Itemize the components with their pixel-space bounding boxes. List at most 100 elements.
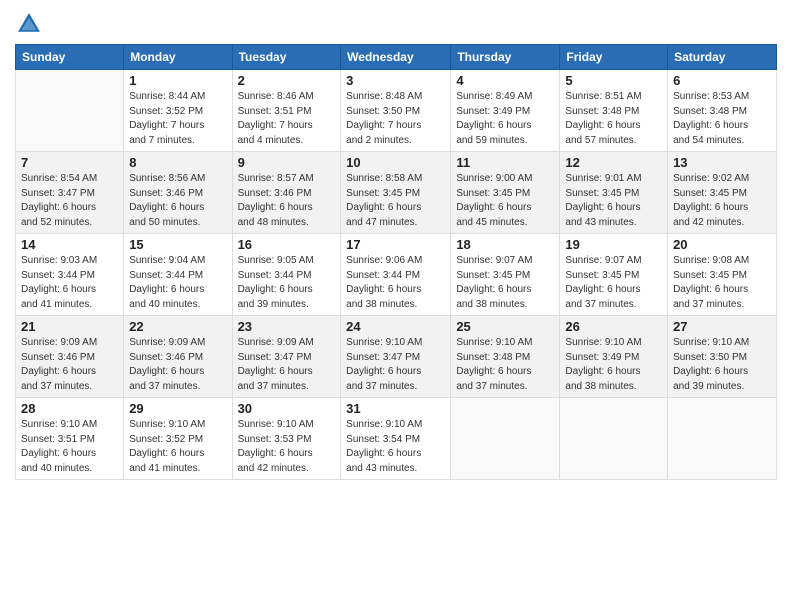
day-info: Sunrise: 8:54 AMSunset: 3:47 PMDaylight:… bbox=[21, 172, 118, 230]
day-header-monday: Monday bbox=[124, 45, 232, 70]
day-cell: 24 Sunrise: 9:10 AMSunset: 3:47 PMDayligh… bbox=[341, 316, 451, 398]
day-number: 25 bbox=[456, 319, 554, 334]
week-row-4: 21Sunrise: 9:09 AMSunset: 3:46 PMDayligh… bbox=[16, 316, 777, 398]
day-info: Sunrise: 9:05 AMSunset: 3:44 PMDaylight:… bbox=[238, 254, 336, 312]
day-info: Sunrise: 8:46 AMSunset: 3:51 PMDaylight:… bbox=[238, 90, 336, 148]
day-number: 18 bbox=[456, 237, 554, 252]
day-number: 1 bbox=[129, 73, 226, 88]
day-cell bbox=[451, 398, 560, 480]
day-number: 3 bbox=[346, 73, 445, 88]
day-info: Sunrise: 8:48 AMSunset: 3:50 PMDaylight:… bbox=[346, 90, 445, 148]
day-number: 15 bbox=[129, 237, 226, 252]
day-cell: 22 Sunrise: 9:09 AMSunset: 3:46 PMDayligh… bbox=[124, 316, 232, 398]
day-cell: 14 Sunrise: 9:03 AMSunset: 3:44 PMDayligh… bbox=[16, 234, 124, 316]
day-info: Sunrise: 8:57 AMSunset: 3:46 PMDaylight:… bbox=[238, 172, 336, 230]
day-info: Sunrise: 9:10 AMSunset: 3:54 PMDaylight:… bbox=[346, 418, 445, 476]
day-info: Sunrise: 8:44 AMSunset: 3:52 PMDaylight:… bbox=[129, 90, 226, 148]
day-info: Sunrise: 9:10 AMSunset: 3:50 PMDaylight:… bbox=[673, 336, 771, 394]
day-info: Sunrise: 8:49 AMSunset: 3:49 PMDaylight:… bbox=[456, 90, 554, 148]
day-cell: 9 Sunrise: 8:57 AMSunset: 3:46 PMDaylight… bbox=[232, 152, 341, 234]
day-cell: 13 Sunrise: 9:02 AMSunset: 3:45 PMDayligh… bbox=[668, 152, 777, 234]
day-cell: 21Sunrise: 9:09 AMSunset: 3:46 PMDayligh… bbox=[16, 316, 124, 398]
day-cell: 11 Sunrise: 9:00 AMSunset: 3:45 PMDayligh… bbox=[451, 152, 560, 234]
day-number: 30 bbox=[238, 401, 336, 416]
day-number: 11 bbox=[456, 155, 554, 170]
day-cell: 5 Sunrise: 8:51 AMSunset: 3:48 PMDaylight… bbox=[560, 70, 668, 152]
day-cell: 10Sunrise: 8:58 AMSunset: 3:45 PMDayligh… bbox=[341, 152, 451, 234]
day-cell: 19 Sunrise: 9:07 AMSunset: 3:45 PMDayligh… bbox=[560, 234, 668, 316]
day-number: 7 bbox=[21, 155, 118, 170]
logo bbox=[15, 10, 47, 38]
day-header-wednesday: Wednesday bbox=[341, 45, 451, 70]
day-number: 9 bbox=[238, 155, 336, 170]
day-number: 16 bbox=[238, 237, 336, 252]
day-number: 4 bbox=[456, 73, 554, 88]
day-number: 19 bbox=[565, 237, 662, 252]
day-info: Sunrise: 9:10 AMSunset: 3:48 PMDaylight:… bbox=[456, 336, 554, 394]
day-number: 20 bbox=[673, 237, 771, 252]
day-cell: 7 Sunrise: 8:54 AMSunset: 3:47 PMDaylight… bbox=[16, 152, 124, 234]
day-number: 5 bbox=[565, 73, 662, 88]
day-cell: 15 Sunrise: 9:04 AMSunset: 3:44 PMDayligh… bbox=[124, 234, 232, 316]
day-number: 22 bbox=[129, 319, 226, 334]
header bbox=[15, 10, 777, 38]
day-cell: 17 Sunrise: 9:06 AMSunset: 3:44 PMDayligh… bbox=[341, 234, 451, 316]
day-info: Sunrise: 9:02 AMSunset: 3:45 PMDaylight:… bbox=[673, 172, 771, 230]
day-cell: 12 Sunrise: 9:01 AMSunset: 3:45 PMDayligh… bbox=[560, 152, 668, 234]
day-header-thursday: Thursday bbox=[451, 45, 560, 70]
day-number: 14 bbox=[21, 237, 118, 252]
day-info: Sunrise: 8:56 AMSunset: 3:46 PMDaylight:… bbox=[129, 172, 226, 230]
day-number: 23 bbox=[238, 319, 336, 334]
day-number: 10 bbox=[346, 155, 445, 170]
day-info: Sunrise: 9:10 AMSunset: 3:53 PMDaylight:… bbox=[238, 418, 336, 476]
day-cell: 4 Sunrise: 8:49 AMSunset: 3:49 PMDaylight… bbox=[451, 70, 560, 152]
header-row: SundayMondayTuesdayWednesdayThursdayFrid… bbox=[16, 45, 777, 70]
day-number: 17 bbox=[346, 237, 445, 252]
day-cell: 6Sunrise: 8:53 AMSunset: 3:48 PMDaylight… bbox=[668, 70, 777, 152]
day-number: 13 bbox=[673, 155, 771, 170]
day-info: Sunrise: 9:00 AMSunset: 3:45 PMDaylight:… bbox=[456, 172, 554, 230]
day-info: Sunrise: 9:06 AMSunset: 3:44 PMDaylight:… bbox=[346, 254, 445, 312]
day-cell: 3 Sunrise: 8:48 AMSunset: 3:50 PMDaylight… bbox=[341, 70, 451, 152]
day-info: Sunrise: 9:10 AMSunset: 3:47 PMDaylight:… bbox=[346, 336, 445, 394]
day-cell: 20 Sunrise: 9:08 AMSunset: 3:45 PMDayligh… bbox=[668, 234, 777, 316]
day-number: 31 bbox=[346, 401, 445, 416]
day-info: Sunrise: 9:01 AMSunset: 3:45 PMDaylight:… bbox=[565, 172, 662, 230]
day-cell: 30 Sunrise: 9:10 AMSunset: 3:53 PMDayligh… bbox=[232, 398, 341, 480]
day-number: 29 bbox=[129, 401, 226, 416]
day-info: Sunrise: 9:09 AMSunset: 3:46 PMDaylight:… bbox=[21, 336, 118, 394]
day-number: 26 bbox=[565, 319, 662, 334]
day-info: Sunrise: 9:09 AMSunset: 3:47 PMDaylight:… bbox=[238, 336, 336, 394]
day-number: 28 bbox=[21, 401, 118, 416]
day-info: Sunrise: 9:10 AMSunset: 3:52 PMDaylight:… bbox=[129, 418, 226, 476]
day-cell: 25 Sunrise: 9:10 AMSunset: 3:48 PMDayligh… bbox=[451, 316, 560, 398]
day-info: Sunrise: 9:07 AMSunset: 3:45 PMDaylight:… bbox=[565, 254, 662, 312]
week-row-3: 14 Sunrise: 9:03 AMSunset: 3:44 PMDayligh… bbox=[16, 234, 777, 316]
day-cell: 16 Sunrise: 9:05 AMSunset: 3:44 PMDayligh… bbox=[232, 234, 341, 316]
day-header-saturday: Saturday bbox=[668, 45, 777, 70]
day-info: Sunrise: 9:03 AMSunset: 3:44 PMDaylight:… bbox=[21, 254, 118, 312]
day-number: 2 bbox=[238, 73, 336, 88]
day-info: Sunrise: 9:09 AMSunset: 3:46 PMDaylight:… bbox=[129, 336, 226, 394]
day-cell: 29 Sunrise: 9:10 AMSunset: 3:52 PMDayligh… bbox=[124, 398, 232, 480]
day-number: 24 bbox=[346, 319, 445, 334]
day-info: Sunrise: 9:08 AMSunset: 3:45 PMDaylight:… bbox=[673, 254, 771, 312]
day-header-friday: Friday bbox=[560, 45, 668, 70]
day-cell bbox=[560, 398, 668, 480]
day-info: Sunrise: 9:10 AMSunset: 3:51 PMDaylight:… bbox=[21, 418, 118, 476]
day-cell bbox=[16, 70, 124, 152]
day-info: Sunrise: 9:10 AMSunset: 3:49 PMDaylight:… bbox=[565, 336, 662, 394]
day-number: 6 bbox=[673, 73, 771, 88]
week-row-1: 1 Sunrise: 8:44 AMSunset: 3:52 PMDaylight… bbox=[16, 70, 777, 152]
day-info: Sunrise: 9:04 AMSunset: 3:44 PMDaylight:… bbox=[129, 254, 226, 312]
day-header-sunday: Sunday bbox=[16, 45, 124, 70]
day-number: 8 bbox=[129, 155, 226, 170]
day-number: 12 bbox=[565, 155, 662, 170]
day-cell: 1 Sunrise: 8:44 AMSunset: 3:52 PMDaylight… bbox=[124, 70, 232, 152]
page: SundayMondayTuesdayWednesdayThursdayFrid… bbox=[0, 0, 792, 612]
day-cell: 31 Sunrise: 9:10 AMSunset: 3:54 PMDayligh… bbox=[341, 398, 451, 480]
day-info: Sunrise: 8:51 AMSunset: 3:48 PMDaylight:… bbox=[565, 90, 662, 148]
day-cell: 8 Sunrise: 8:56 AMSunset: 3:46 PMDaylight… bbox=[124, 152, 232, 234]
day-number: 27 bbox=[673, 319, 771, 334]
day-cell: 23 Sunrise: 9:09 AMSunset: 3:47 PMDayligh… bbox=[232, 316, 341, 398]
